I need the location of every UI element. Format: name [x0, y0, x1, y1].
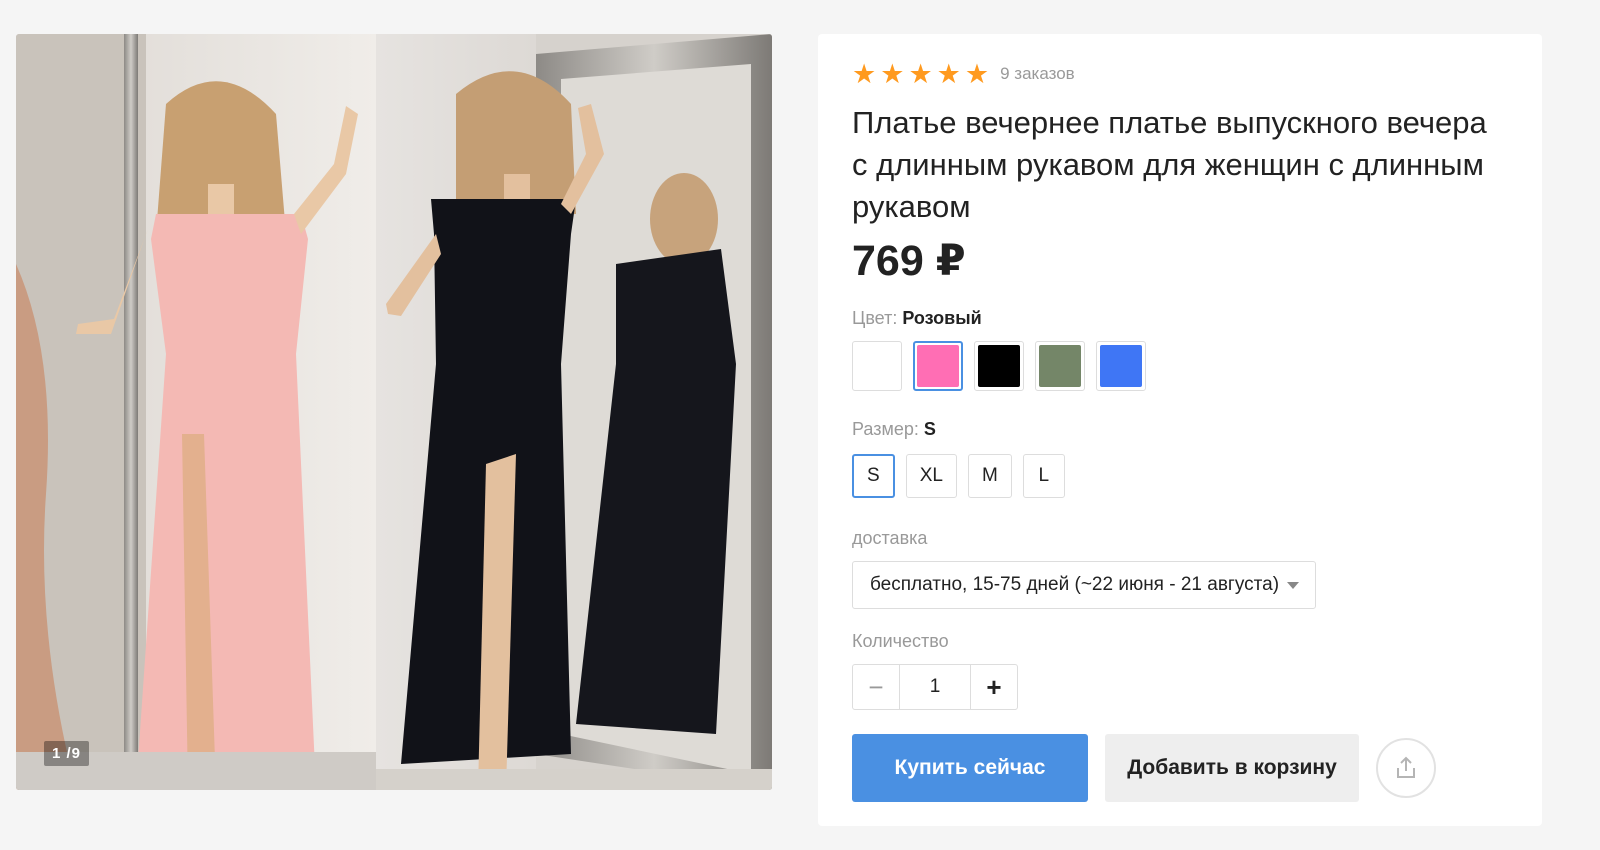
- increase-quantity-button[interactable]: +: [970, 665, 1017, 709]
- delivery-label: доставка: [852, 528, 928, 548]
- action-buttons: Купить сейчас Добавить в корзину: [852, 734, 1508, 802]
- product-title: Платье вечернее платье выпускного вечера…: [852, 105, 1487, 224]
- quantity-input[interactable]: [900, 665, 970, 709]
- color-swatch-black[interactable]: [974, 341, 1024, 391]
- size-option-l[interactable]: L: [1022, 454, 1065, 498]
- decrease-quantity-button[interactable]: −: [853, 665, 900, 709]
- add-to-cart-button[interactable]: Добавить в корзину: [1105, 734, 1359, 802]
- delivery-value: бесплатно, 15-75 дней (~22 июня - 21 авг…: [870, 574, 1280, 595]
- orders-count: 9 заказов: [1000, 64, 1075, 83]
- star-icon: ★: [880, 59, 905, 89]
- swatch-fill: [1039, 345, 1081, 387]
- color-swatch-blue[interactable]: [1096, 341, 1146, 391]
- image-counter: 1 /9: [44, 741, 90, 766]
- product-price: 769 ₽: [852, 237, 966, 285]
- star-icon: ★: [936, 59, 961, 89]
- color-swatch-olive[interactable]: [1035, 341, 1085, 391]
- color-label-row: Цвет: Розовый: [852, 308, 1508, 329]
- product-info-panel: ★ ★ ★ ★ ★ 9 заказов Платье вечернее плат…: [818, 34, 1542, 826]
- swatch-fill: [1100, 345, 1142, 387]
- swatch-fill: [978, 345, 1020, 387]
- color-swatches: [852, 341, 1508, 391]
- selected-size: S: [923, 419, 936, 439]
- star-icon: ★: [908, 59, 933, 89]
- buy-now-button[interactable]: Купить сейчас: [852, 734, 1088, 802]
- quantity-stepper: − +: [852, 664, 1018, 710]
- color-swatch-white[interactable]: [852, 341, 902, 391]
- size-option-m[interactable]: M: [967, 454, 1012, 498]
- color-label: Цвет:: [852, 308, 898, 328]
- size-option-xl[interactable]: XL: [905, 454, 957, 498]
- swatch-fill: [917, 345, 959, 387]
- share-icon: [1397, 756, 1415, 778]
- rating-row: ★ ★ ★ ★ ★ 9 заказов: [852, 60, 1508, 88]
- star-rating: ★ ★ ★ ★ ★: [852, 59, 990, 89]
- size-option-s[interactable]: S: [852, 454, 895, 498]
- swatch-fill: [856, 345, 898, 387]
- share-button[interactable]: [1376, 738, 1436, 798]
- product-photo[interactable]: [16, 34, 772, 790]
- selected-color: Розовый: [902, 308, 982, 328]
- chevron-down-icon: [1287, 581, 1299, 589]
- star-icon: ★: [964, 59, 990, 89]
- size-label: Размер:: [852, 419, 919, 439]
- color-swatch-pink[interactable]: [913, 341, 963, 391]
- delivery-select[interactable]: бесплатно, 15-75 дней (~22 июня - 21 авг…: [852, 561, 1316, 609]
- product-gallery[interactable]: 1 /9: [16, 34, 772, 790]
- size-options: S XL M L: [852, 454, 1508, 498]
- star-icon: ★: [852, 59, 877, 89]
- size-label-row: Размер: S: [852, 419, 1508, 440]
- quantity-label: Количество: [852, 631, 949, 651]
